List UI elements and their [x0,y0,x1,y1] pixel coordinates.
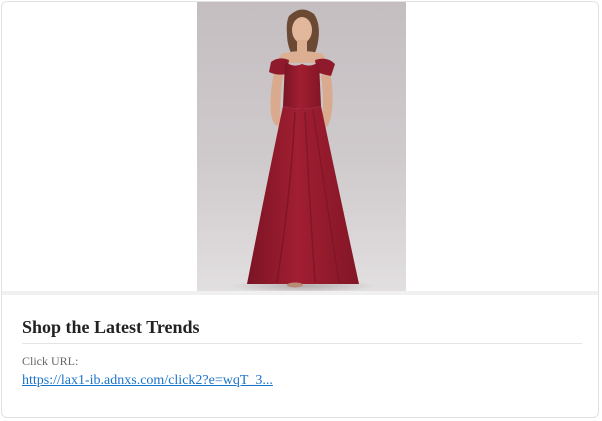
media-divider [2,291,598,295]
product-image[interactable] [197,2,406,291]
ad-media-area [2,2,598,292]
click-url-label: Click URL: [22,354,79,368]
ad-details: Shop the Latest Trends Click URL: https:… [22,315,582,390]
ad-headline: Shop the Latest Trends [22,315,582,344]
click-url-link[interactable]: https://lax1-ib.adnxs.com/click2?e=wqT_3… [22,372,273,390]
ad-preview-card: Shop the Latest Trends Click URL: https:… [1,1,599,418]
